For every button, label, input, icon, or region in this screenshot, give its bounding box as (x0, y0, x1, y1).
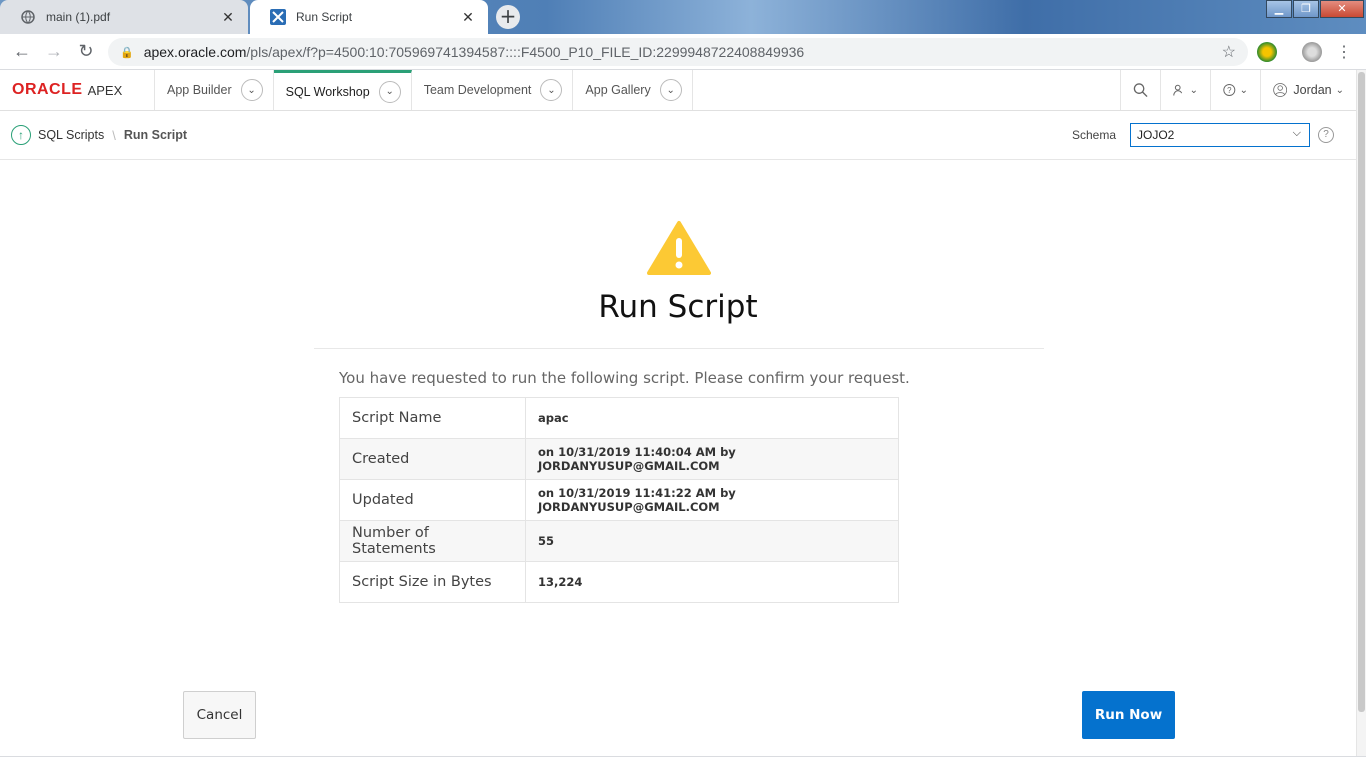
chevron-down-icon[interactable]: ⌄ (659, 79, 682, 101)
browser-menu-icon[interactable]: ⋮ (1336, 42, 1352, 62)
row-value: 13,224 (525, 561, 899, 603)
table-row: Number of Statements 55 (339, 520, 899, 562)
chevron-down-icon[interactable]: ⌄ (240, 79, 263, 101)
window-controls: ▁ ❐ ✕ (1265, 0, 1364, 18)
browser-toolbar: ← → ↻ 🔒 apex.oracle.com /pls/apex/f?p=45… (0, 34, 1366, 70)
close-window-icon[interactable]: ✕ (1320, 0, 1364, 18)
maximize-icon[interactable]: ❐ (1293, 0, 1319, 18)
row-value: on 10/31/2019 11:41:22 AM by JORDANYUSUP… (525, 479, 899, 521)
chevron-down-icon: ⌵ (1292, 127, 1301, 139)
row-label: Created (339, 438, 526, 480)
reload-icon[interactable]: ↻ (70, 41, 102, 62)
url-path: /pls/apex/f?p=4500:10:705969741394587:::… (246, 44, 805, 60)
close-tab-icon[interactable]: ✕ (220, 9, 236, 26)
divider (314, 348, 1044, 349)
profile-avatar[interactable] (1302, 42, 1322, 62)
minimize-icon[interactable]: ▁ (1266, 0, 1292, 18)
scrollbar-thumb[interactable] (1358, 72, 1365, 712)
chevron-down-icon: ⌄ (1239, 84, 1248, 96)
schema-value: JOJO2 (1137, 128, 1175, 142)
script-details-table: Script Name apac Created on 10/31/2019 1… (339, 397, 899, 603)
extension-icon[interactable] (1257, 42, 1277, 62)
tab-title: Run Script (296, 10, 353, 24)
row-label: Updated (339, 479, 526, 521)
search-icon[interactable] (1120, 70, 1160, 110)
vertical-scrollbar[interactable] (1356, 70, 1366, 760)
tab-label: App Builder (167, 83, 232, 97)
row-value: on 10/31/2019 11:40:04 AM by JORDANYUSUP… (525, 438, 899, 480)
tab-label: App Gallery (585, 83, 651, 97)
user-menu[interactable]: Jordan ⌄ (1260, 70, 1356, 110)
logo-brand: ORACLE (12, 81, 83, 98)
url-host: apex.oracle.com (143, 44, 247, 60)
administration-menu-icon[interactable]: ⌄ (1160, 70, 1210, 110)
bookmark-star-icon[interactable]: ☆ (1222, 42, 1236, 62)
breadcrumb: ↑ SQL Scripts \ Run Script Schema JOJO2 … (0, 111, 1356, 160)
help-menu-icon[interactable]: ? ⌄ (1210, 70, 1260, 110)
table-row: Created on 10/31/2019 11:40:04 AM by JOR… (339, 438, 899, 480)
tab-team-development[interactable]: Team Development ⌄ (412, 70, 574, 110)
chevron-down-icon[interactable]: ⌄ (378, 80, 401, 103)
chevron-down-icon[interactable]: ⌄ (540, 79, 563, 101)
user-name: Jordan (1293, 83, 1332, 97)
user-avatar-icon (1273, 83, 1288, 97)
cancel-button[interactable]: Cancel (183, 691, 256, 739)
address-bar[interactable]: 🔒 apex.oracle.com /pls/apex/f?p=4500:10:… (108, 38, 1248, 66)
warning-icon (647, 221, 711, 275)
row-label: Number of Statements (339, 520, 526, 562)
chevron-down-icon: ⌄ (1189, 84, 1198, 96)
page-title: Run Script (598, 289, 758, 325)
schema-label: Schema (1072, 128, 1117, 142)
browser-tab-strip: main (1).pdf ✕ Run Script ✕ + ▁ ❐ ✕ (0, 0, 1366, 34)
arrow-up-icon[interactable]: ↑ (11, 125, 31, 145)
tab-title: main (1).pdf (46, 10, 111, 24)
breadcrumb-current: Run Script (123, 128, 188, 142)
close-tab-icon[interactable]: ✕ (460, 9, 476, 26)
header-actions: ⌄ ? ⌄ Jordan ⌄ (1120, 70, 1356, 110)
apex-favicon-icon (270, 9, 286, 25)
breadcrumb-sql-scripts[interactable]: SQL Scripts (38, 128, 104, 142)
logo-product: APEX (87, 82, 123, 98)
back-icon[interactable]: ← (6, 41, 38, 62)
new-tab-button[interactable]: + (496, 5, 520, 29)
tab-app-gallery[interactable]: App Gallery ⌄ (573, 70, 693, 110)
status-strip (0, 756, 1366, 768)
row-label: Script Size in Bytes (339, 561, 526, 603)
row-label: Script Name (339, 397, 526, 439)
table-row: Script Size in Bytes 13,224 (339, 561, 899, 603)
row-value: apac (525, 397, 899, 439)
tab-app-builder[interactable]: App Builder ⌄ (155, 70, 274, 110)
row-value: 55 (525, 520, 899, 562)
lock-icon: 🔒 (120, 46, 134, 59)
browser-tab-run-script[interactable]: Run Script ✕ (250, 0, 488, 34)
breadcrumb-separator: \ (112, 127, 116, 143)
globe-icon (20, 9, 36, 25)
tab-label: Team Development (423, 83, 532, 97)
chevron-down-icon: ⌄ (1335, 84, 1344, 96)
schema-select[interactable]: JOJO2 ⌵ (1130, 123, 1310, 147)
run-now-button[interactable]: Run Now (1082, 691, 1175, 739)
schema-help-icon[interactable]: ? (1318, 127, 1334, 143)
forward-icon[interactable]: → (38, 41, 70, 62)
confirm-message: You have requested to run the following … (339, 369, 910, 387)
table-row: Script Name apac (339, 397, 899, 439)
apex-header: ORACLE APEX App Builder ⌄ SQL Workshop ⌄… (0, 70, 1356, 111)
browser-tab-pdf[interactable]: main (1).pdf ✕ (0, 0, 248, 34)
tab-label: SQL Workshop (285, 84, 370, 99)
tab-sql-workshop[interactable]: SQL Workshop ⌄ (273, 70, 412, 110)
svg-text:?: ? (1227, 86, 1232, 95)
oracle-apex-logo[interactable]: ORACLE APEX (0, 70, 155, 110)
table-row: Updated on 10/31/2019 11:41:22 AM by JOR… (339, 479, 899, 521)
